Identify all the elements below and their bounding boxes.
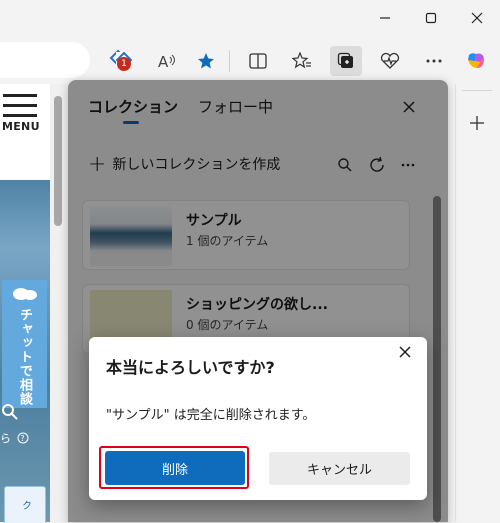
minimize-icon (380, 17, 390, 19)
help-fragment: ら (0, 432, 11, 445)
edge-sidebar (455, 84, 500, 522)
cancel-button[interactable]: キャンセル (269, 452, 410, 485)
split-screen-icon (249, 53, 267, 69)
add-favorite-button[interactable] (190, 46, 222, 76)
browser-essentials-button[interactable] (374, 46, 406, 76)
bottom-side-tab[interactable]: ク (4, 486, 46, 523)
help-text: ら ? (0, 430, 29, 446)
plus-icon (470, 116, 484, 130)
read-aloud-icon: A (158, 53, 175, 70)
maximize-button[interactable] (408, 0, 454, 36)
favorites-icon (292, 52, 311, 69)
split-screen-button[interactable] (242, 46, 274, 76)
browser-essentials-icon (380, 52, 400, 69)
chat-consult-label: チャットで相談 (17, 308, 32, 406)
chat-bubble-icon (12, 288, 37, 300)
dialog-title: 本当によろしいですか? (106, 358, 275, 377)
dialog-message: "サンプル" は完全に削除されます。 (106, 408, 316, 423)
sidebar-add-button[interactable] (462, 108, 492, 138)
help-circle-icon: ? (17, 432, 28, 444)
close-window-button[interactable] (454, 0, 500, 36)
maximize-icon (425, 12, 437, 24)
more-icon (426, 59, 442, 63)
svg-text:A: A (158, 53, 169, 70)
toolbar-divider (229, 50, 230, 72)
favorites-button[interactable] (286, 46, 318, 76)
close-icon (399, 346, 411, 358)
highlight-box (99, 446, 249, 489)
chat-consult-tab[interactable]: チャットで相談 (2, 280, 47, 408)
close-icon (471, 12, 483, 24)
dialog-close-button[interactable] (395, 342, 415, 362)
hamburger-menu-icon[interactable] (3, 94, 37, 118)
collections-button[interactable] (330, 46, 362, 76)
menu-label: MENU (2, 120, 40, 133)
svg-text:?: ? (20, 434, 24, 443)
sidebar-divider (462, 90, 492, 91)
page-scroll-thumb[interactable] (54, 96, 62, 226)
star-icon (198, 53, 214, 69)
magnifier-icon (0, 402, 24, 422)
copilot-button[interactable] (460, 46, 492, 76)
notification-badge: 1 (117, 57, 131, 71)
collections-icon (337, 52, 353, 68)
address-bar[interactable] (0, 42, 127, 78)
read-aloud-button[interactable]: A (151, 46, 183, 76)
minimize-button[interactable] (362, 0, 408, 36)
copilot-icon (468, 53, 484, 68)
more-button[interactable] (418, 46, 450, 76)
